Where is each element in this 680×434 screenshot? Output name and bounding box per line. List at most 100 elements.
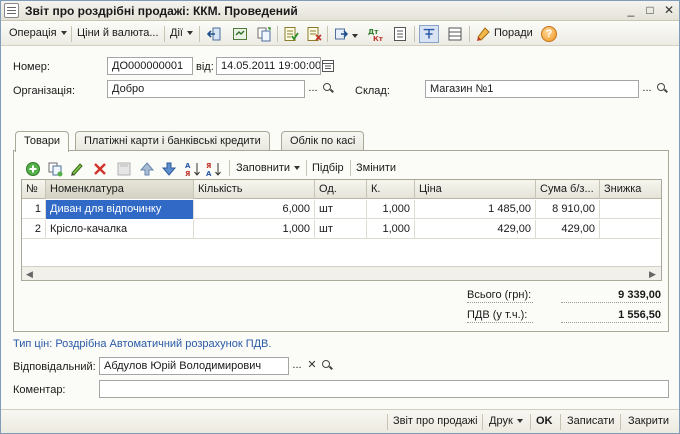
tab-goods[interactable]: Товари (15, 131, 70, 152)
table-row[interactable]: 1 Диван для відпочинку 6,000 шт 1,000 1 … (22, 200, 661, 219)
goods-table[interactable]: № Номенклатура Кількість Од. К. Ціна Сум… (21, 179, 662, 281)
move-up-icon[interactable] (139, 161, 155, 177)
add-row-icon[interactable] (25, 161, 41, 177)
tab-payment-cards[interactable]: Платіжні карти і банківські кредити (75, 131, 270, 151)
column-header-coefficient[interactable]: К. (367, 180, 415, 199)
warehouse-field[interactable]: Магазин №1 (425, 80, 639, 98)
vat-value: 1 556,50 (618, 309, 661, 321)
comment-field[interactable] (99, 380, 669, 398)
actions-menu-label: Дії (170, 27, 183, 39)
cell-unit[interactable]: шт (315, 220, 367, 239)
tips-button[interactable]: Поради (494, 27, 533, 39)
toolbar-separator (327, 26, 328, 42)
debit-credit-icon[interactable]: Дт Кт (367, 26, 383, 42)
responsible-field[interactable]: Абдулов Юрій Володимирович (99, 357, 289, 375)
close-button[interactable]: Закрити (628, 415, 669, 427)
footer-separator (620, 414, 621, 430)
cell-nomenclature[interactable]: Диван для відпочинку (46, 200, 194, 219)
warehouse-label: Склад: (355, 85, 390, 97)
prices-currency-button[interactable]: Ціни й валюта... (77, 27, 159, 39)
cell-price[interactable]: 429,00 (415, 220, 536, 239)
cell-coefficient[interactable]: 1,000 (367, 200, 415, 219)
organization-search-icon[interactable] (321, 80, 335, 98)
actions-menu[interactable]: Дії (170, 27, 193, 39)
cell-quantity[interactable]: 1,000 (194, 220, 315, 239)
total-value: 9 339,00 (618, 289, 661, 301)
delete-row-icon[interactable] (92, 161, 108, 177)
responsible-search-icon[interactable] (320, 357, 334, 375)
exit-document-icon[interactable] (206, 26, 222, 42)
cell-sum[interactable]: 429,00 (536, 220, 600, 239)
warehouse-search-icon[interactable] (655, 80, 669, 98)
table-horizontal-scrollbar[interactable]: ◀ ▶ (22, 266, 661, 280)
column-header-unit[interactable]: Од. (315, 180, 367, 199)
list-view-icon[interactable] (447, 26, 463, 42)
cell-coefficient[interactable]: 1,000 (367, 220, 415, 239)
change-button[interactable]: Змінити (356, 162, 396, 174)
vat-underline (467, 322, 533, 323)
responsible-clear-icon[interactable]: ✕ (305, 358, 319, 376)
organization-select-button[interactable]: ... (306, 81, 320, 99)
input-on-basis-dropdown[interactable] (348, 30, 358, 42)
cell-sum[interactable]: 8 910,00 (536, 200, 600, 219)
tips-icon[interactable] (475, 26, 491, 42)
cell-price[interactable]: 1 485,00 (415, 200, 536, 219)
title-bar: Звіт про роздрібні продажі: ККМ. Проведе… (1, 1, 679, 21)
move-down-icon[interactable] (161, 161, 177, 177)
calendar-icon[interactable] (321, 58, 335, 74)
copy-document-icon[interactable] (256, 26, 272, 42)
edit-row-icon[interactable] (69, 161, 85, 177)
maximize-button[interactable]: □ (642, 3, 658, 18)
tab-cash-accounting[interactable]: Облік по касі (281, 131, 365, 151)
number-field[interactable]: ДО000000001 (107, 57, 193, 75)
price-type-link[interactable]: Тип цін: Роздрібна Автоматичний розрахун… (13, 338, 271, 350)
unpost-document-icon[interactable] (306, 26, 322, 42)
sales-report-button[interactable]: Звіт про продажі (393, 415, 478, 427)
inner-toolbar-separator (306, 160, 307, 176)
column-header-quantity[interactable]: Кількість (194, 180, 315, 199)
end-edit-icon[interactable] (116, 161, 132, 177)
minimize-button[interactable]: _ (623, 3, 639, 18)
operation-menu[interactable]: Операція (9, 27, 67, 39)
toolbar-separator (469, 26, 470, 42)
total-underline (467, 302, 533, 303)
scroll-left-arrow-icon[interactable]: ◀ (26, 269, 33, 280)
column-header-price[interactable]: Ціна (415, 180, 536, 199)
print-menu-label: Друк (489, 415, 513, 427)
sort-ascending-icon[interactable]: A Я (185, 161, 201, 177)
cell-unit[interactable]: шт (315, 200, 367, 219)
print-menu[interactable]: Друк (489, 415, 523, 427)
column-header-discount[interactable]: Знижка (600, 180, 661, 199)
warehouse-select-button[interactable]: ... (640, 81, 654, 99)
ok-button[interactable]: OK (536, 415, 553, 427)
cell-quantity[interactable]: 6,000 (194, 200, 315, 219)
fill-menu-label: Заповнити (236, 162, 291, 174)
organization-label: Організація: (13, 85, 75, 97)
post-document-icon[interactable] (283, 26, 299, 42)
date-field[interactable]: 14.05.2011 19:00:00 (216, 57, 321, 75)
copy-row-icon[interactable] (47, 161, 63, 177)
cell-discount[interactable] (600, 220, 661, 239)
save-button[interactable]: Записати (567, 415, 614, 427)
main-toolbar: Операція Ціни й валюта... Дії Дт Кт Пора… (1, 22, 679, 46)
sort-descending-icon[interactable]: Я A (206, 161, 222, 177)
organization-field[interactable]: Добро (107, 80, 305, 98)
document-journal-icon[interactable] (392, 26, 408, 42)
help-icon[interactable]: ? (541, 26, 557, 42)
responsible-select-button[interactable]: ... (290, 358, 304, 376)
column-header-number[interactable]: № (22, 180, 46, 199)
fill-menu[interactable]: Заповнити (236, 162, 300, 174)
close-window-button[interactable]: ✕ (661, 3, 677, 18)
cell-nomenclature[interactable]: Крісло-качалка (46, 220, 194, 239)
column-header-sum[interactable]: Сума б/з... (536, 180, 600, 199)
responsible-label: Відповідальний: (13, 361, 96, 373)
refresh-document-icon[interactable] (232, 26, 248, 42)
select-button[interactable]: Підбір (312, 162, 344, 174)
scroll-right-arrow-icon[interactable]: ▶ (649, 269, 656, 280)
inner-toolbar-separator (350, 160, 351, 176)
table-header: № Номенклатура Кількість Од. К. Ціна Сум… (22, 180, 661, 199)
table-row[interactable]: 2 Крісло-качалка 1,000 шт 1,000 429,00 4… (22, 220, 661, 239)
structure-subordination-icon[interactable] (419, 25, 439, 43)
cell-discount[interactable] (600, 200, 661, 219)
column-header-nomenclature[interactable]: Номенклатура (46, 180, 194, 199)
